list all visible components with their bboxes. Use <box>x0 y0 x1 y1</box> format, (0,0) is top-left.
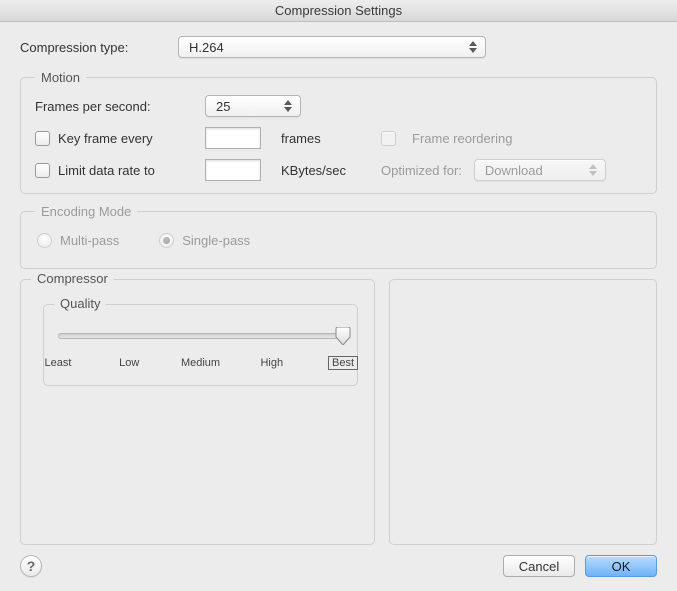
ok-button[interactable]: OK <box>585 555 657 577</box>
limit-input[interactable] <box>205 159 261 181</box>
encoding-mode-legend: Encoding Mode <box>35 204 137 219</box>
optimized-label: Optimized for: <box>381 163 462 178</box>
quality-tick-least: Least <box>45 357 72 369</box>
compression-settings-window: Compression Settings Compression type: H… <box>0 0 677 591</box>
motion-group: Motion Frames per second: 25 <box>20 70 657 194</box>
quality-tick-low: Low <box>119 357 139 369</box>
keyframe-input[interactable] <box>205 127 261 149</box>
updown-arrows-icon <box>465 37 481 57</box>
compression-type-select[interactable]: H.264 <box>178 36 486 58</box>
limit-label: Limit data rate to <box>58 163 155 178</box>
fps-value: 25 <box>216 99 230 114</box>
cancel-button[interactable]: Cancel <box>503 555 575 577</box>
keyframe-label: Key frame every <box>58 131 153 146</box>
compressor-panel: Compressor Quality <box>20 279 375 545</box>
frame-reordering-label: Frame reordering <box>412 131 512 146</box>
cancel-button-label: Cancel <box>519 559 559 574</box>
compressor-legend: Compressor <box>31 271 114 286</box>
quality-tick-medium: Medium <box>181 357 220 369</box>
multipass-option: Multi-pass <box>37 233 119 248</box>
quality-group: Quality <box>43 304 358 386</box>
quality-slider[interactable] <box>58 325 343 355</box>
optimized-select: Download <box>474 159 606 181</box>
quality-tick-best: Best <box>329 357 357 369</box>
limit-unit: KBytes/sec <box>281 163 346 178</box>
compression-type-label: Compression type: <box>20 40 178 55</box>
keyframe-checkbox[interactable] <box>35 131 50 146</box>
preview-panel <box>389 279 657 545</box>
optimized-value: Download <box>485 163 543 178</box>
ok-button-label: OK <box>612 559 631 574</box>
updown-arrows-icon <box>280 96 296 116</box>
singlepass-radio <box>159 233 174 248</box>
frame-reordering-checkbox <box>381 131 396 146</box>
slider-thumb-icon[interactable] <box>335 327 351 345</box>
multipass-label: Multi-pass <box>60 233 119 248</box>
keyframe-unit: frames <box>281 131 321 146</box>
limit-checkbox[interactable] <box>35 163 50 178</box>
encoding-mode-group: Encoding Mode Multi-pass Single-pass <box>20 204 657 269</box>
singlepass-label: Single-pass <box>182 233 250 248</box>
multipass-radio <box>37 233 52 248</box>
footer: ? Cancel OK <box>0 545 677 591</box>
help-button[interactable]: ? <box>20 555 42 577</box>
lower-panels: Compressor Quality <box>20 279 657 545</box>
motion-legend: Motion <box>35 70 86 85</box>
window-title: Compression Settings <box>0 0 677 22</box>
slider-tick-labels: LeastLowMediumHighBest <box>58 357 343 375</box>
slider-track <box>58 333 343 339</box>
fps-select[interactable]: 25 <box>205 95 301 117</box>
updown-arrows-icon <box>585 160 601 180</box>
help-icon: ? <box>27 558 36 574</box>
compression-type-row: Compression type: H.264 <box>20 36 657 58</box>
quality-legend: Quality <box>54 296 106 311</box>
singlepass-option: Single-pass <box>159 233 250 248</box>
content-area: Compression type: H.264 Motion Frames pe… <box>0 22 677 591</box>
compression-type-value: H.264 <box>189 40 224 55</box>
quality-tick-high: High <box>260 357 283 369</box>
fps-label: Frames per second: <box>35 99 151 114</box>
